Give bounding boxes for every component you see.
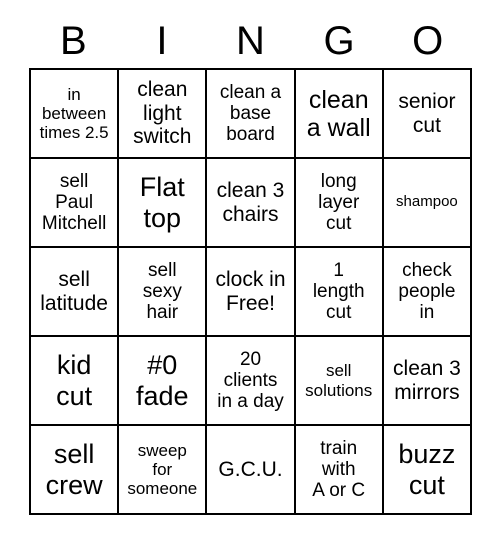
bingo-cell-label: train with A or C	[312, 437, 366, 502]
bingo-cell[interactable]: clock in Free!	[207, 248, 296, 337]
bingo-row: in between times 2.5 clean light switch …	[31, 70, 473, 159]
bingo-row: sell Paul Mitchell Flat top clean 3 chai…	[31, 159, 473, 248]
bingo-row: kid cut #0 fade 20 clients in a day sell…	[31, 337, 473, 426]
bingo-cell[interactable]: sell Paul Mitchell	[31, 159, 120, 248]
bingo-cell-label: #0 fade	[136, 350, 189, 411]
bingo-cell[interactable]: clean a wall	[295, 70, 384, 159]
bingo-cell[interactable]: Flat top	[119, 159, 208, 248]
bingo-card: B I N G O in between times 2.5 clean lig…	[29, 14, 473, 515]
bingo-row: sell crew sweep for someone G.C.U. train…	[31, 426, 473, 515]
bingo-cell[interactable]: in between times 2.5	[31, 70, 120, 159]
bingo-cell[interactable]: check people in	[383, 248, 473, 337]
bingo-cell[interactable]: clean a base board	[207, 70, 296, 159]
bingo-cell-label: check people in	[398, 259, 456, 324]
bingo-header: B I N G O	[29, 14, 472, 68]
bingo-cell-label: shampoo	[396, 193, 458, 211]
bingo-cell-label: sell solutions	[305, 361, 373, 400]
header-letter-i: I	[156, 19, 168, 63]
bingo-cell-label: buzz cut	[398, 439, 456, 500]
bingo-cell-label: clean 3 chairs	[216, 178, 285, 226]
bingo-cell-label: sell Paul Mitchell	[41, 170, 107, 235]
header-letter-g: G	[323, 19, 355, 63]
bingo-cell-label: clean 3 mirrors	[393, 356, 461, 404]
bingo-cell-label: clean a base board	[219, 81, 282, 146]
bingo-cell-label: long layer cut	[318, 170, 360, 235]
bingo-cell[interactable]: kid cut	[31, 337, 120, 426]
bingo-cell[interactable]: clean light switch	[119, 70, 208, 159]
bingo-cell[interactable]: #0 fade	[119, 337, 208, 426]
bingo-cell[interactable]: 20 clients in a day	[207, 337, 296, 426]
header-letter-o: O	[412, 19, 444, 63]
bingo-cell-label: clean light switch	[133, 78, 192, 149]
bingo-cell[interactable]: buzz cut	[383, 426, 473, 515]
bingo-cell[interactable]: sell crew	[31, 426, 120, 515]
bingo-cell[interactable]: long layer cut	[295, 159, 384, 248]
bingo-cell-label: sweep for someone	[127, 440, 198, 499]
header-letter-n: N	[236, 19, 265, 63]
bingo-grid: in between times 2.5 clean light switch …	[29, 68, 473, 515]
bingo-cell-label: senior cut	[398, 89, 456, 137]
bingo-cell-label: kid cut	[56, 350, 93, 411]
bingo-cell-label: 20 clients in a day	[217, 348, 284, 413]
bingo-row: sell latitude sell sexy hair clock in Fr…	[31, 248, 473, 337]
bingo-cell-label: Flat top	[139, 172, 185, 233]
bingo-cell[interactable]: 1 length cut	[295, 248, 384, 337]
bingo-cell[interactable]: sell solutions	[295, 337, 384, 426]
bingo-cell-label: G.C.U.	[218, 457, 283, 481]
bingo-cell-label: sell sexy hair	[142, 259, 182, 324]
bingo-cell-label: clean a wall	[306, 85, 371, 142]
bingo-cell-label: sell crew	[45, 439, 103, 500]
bingo-cell[interactable]: clean 3 chairs	[207, 159, 296, 248]
bingo-cell[interactable]: sell sexy hair	[119, 248, 208, 337]
bingo-cell-label: sell latitude	[40, 267, 108, 315]
bingo-cell[interactable]: shampoo	[383, 159, 473, 248]
bingo-cell-label: 1 length cut	[312, 259, 365, 324]
bingo-cell[interactable]: train with A or C	[295, 426, 384, 515]
bingo-cell[interactable]: sell latitude	[31, 248, 120, 337]
bingo-cell[interactable]: G.C.U.	[207, 426, 296, 515]
bingo-cell-label: in between times 2.5	[39, 84, 109, 143]
bingo-cell-label: clock in Free!	[215, 267, 286, 315]
bingo-cell[interactable]: sweep for someone	[119, 426, 208, 515]
header-letter-b: B	[59, 19, 87, 63]
bingo-cell[interactable]: clean 3 mirrors	[383, 337, 473, 426]
bingo-cell[interactable]: senior cut	[383, 70, 473, 159]
